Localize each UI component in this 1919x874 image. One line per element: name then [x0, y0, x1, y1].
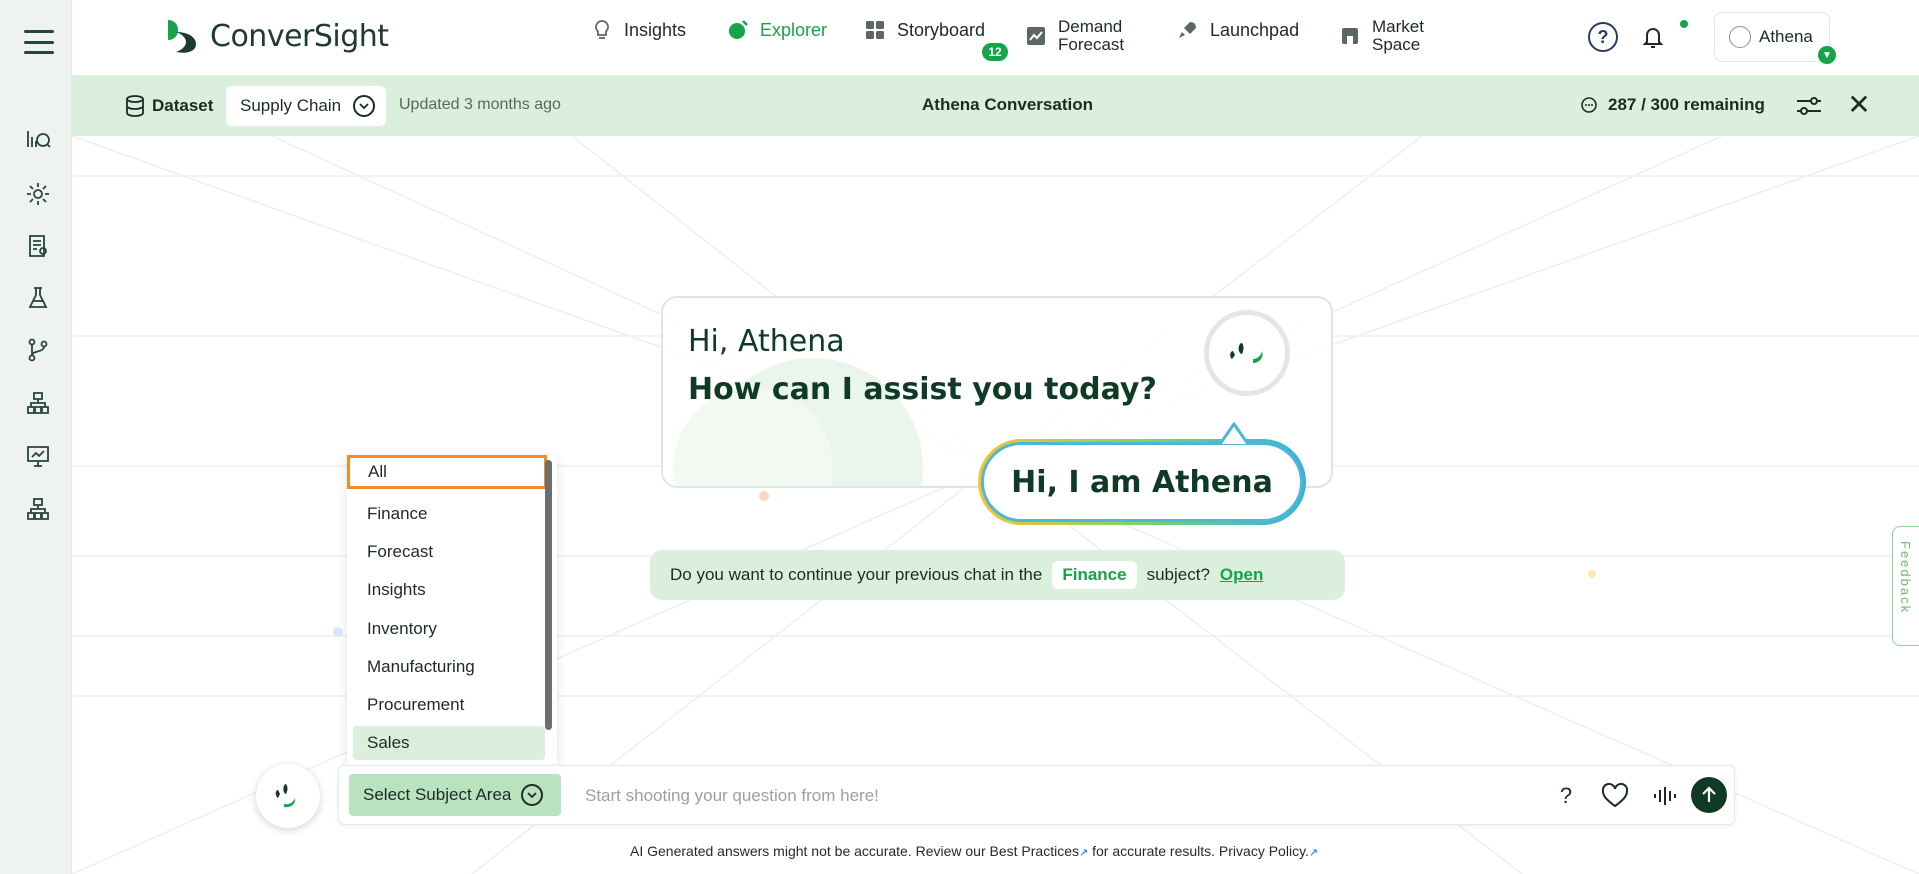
continue-chat-banner: Do you want to continue your previous ch…: [650, 550, 1345, 600]
menu-icon[interactable]: [24, 30, 54, 54]
nav-forecast-label: Forecast: [1058, 35, 1125, 54]
dataset-label: Dataset: [124, 94, 213, 118]
user-menu[interactable]: Athena: [1714, 12, 1830, 62]
dataset-select-value: Supply Chain: [240, 96, 342, 115]
nav-market-label: Market: [1372, 17, 1424, 36]
chevron-down-icon: [521, 784, 544, 806]
lightbulb-icon: [595, 20, 609, 39]
top-navigation: ConverSight Insights Explorer Storyboard…: [72, 0, 1919, 76]
nav-demand-forecast-label: Demand Forecast: [1058, 18, 1124, 54]
nav-market-space[interactable]: Market Space: [1338, 18, 1424, 54]
presentation-chart-icon[interactable]: [24, 442, 52, 470]
insights-chat-icon[interactable]: [24, 126, 52, 154]
storyboard-icon: [866, 21, 884, 39]
voice-waveform-icon[interactable]: [1650, 781, 1680, 811]
subject-option-forecast[interactable]: Forecast: [353, 535, 545, 569]
nav-demand-forecast[interactable]: Demand Forecast: [1024, 18, 1124, 54]
feedback-tab[interactable]: Feedback: [1892, 526, 1919, 646]
question-input[interactable]: Start shooting your question from here!: [585, 786, 879, 806]
logo-text: ConverSight: [210, 18, 389, 54]
conversation-title: Athena Conversation: [922, 95, 1093, 114]
external-link-icon[interactable]: ↗: [1309, 847, 1318, 859]
arrow-up-icon: [1702, 786, 1716, 802]
nav-market-space-label: Market Space: [1372, 18, 1424, 54]
conversight-logo[interactable]: ConverSight: [162, 16, 389, 56]
subject-option-manufacturing[interactable]: Manufacturing: [353, 650, 545, 684]
subject-area-dropdown: All Finance Forecast Insights Inventory …: [347, 455, 557, 769]
athena-avatar[interactable]: [256, 764, 320, 828]
avatar: [1729, 26, 1751, 48]
nav-explorer[interactable]: Explorer: [726, 18, 827, 42]
git-branch-icon[interactable]: [24, 336, 52, 364]
help-icon[interactable]: ?: [1551, 781, 1581, 811]
open-previous-chat-link[interactable]: Open: [1220, 565, 1263, 585]
report-search-icon[interactable]: [24, 232, 52, 260]
nav-insights-label: Insights: [624, 19, 687, 40]
external-link-icon[interactable]: ↗: [1079, 847, 1088, 859]
flask-icon[interactable]: [24, 284, 52, 312]
dropdown-scrollbar[interactable]: [545, 460, 552, 730]
nav-launchpad[interactable]: Launchpad: [1176, 18, 1299, 42]
filter-settings-icon[interactable]: [1794, 92, 1824, 120]
remaining-text: 287 / 300 remaining: [1608, 95, 1765, 114]
user-name: Athena: [1759, 27, 1813, 46]
user-caret-icon[interactable]: ▼: [1818, 46, 1836, 64]
forecast-chart-icon: [1027, 27, 1045, 45]
hierarchy-icon[interactable]: [24, 389, 52, 417]
heart-icon[interactable]: [1600, 781, 1630, 811]
left-sidebar: [0, 0, 72, 874]
subject-option-sales[interactable]: Sales: [353, 726, 545, 760]
subject-option-finance[interactable]: Finance: [353, 497, 545, 531]
continue-text-after: subject?: [1146, 565, 1210, 584]
speech-tail: [1220, 422, 1248, 445]
subject-option-insights[interactable]: Insights: [353, 573, 545, 607]
select-subject-label: Select Subject Area: [363, 785, 512, 804]
subject-option-all[interactable]: All: [347, 455, 547, 489]
dataset-select[interactable]: Supply Chain: [226, 86, 386, 126]
chat-bubble-icon: [1581, 97, 1597, 113]
storyboard-badge: 12: [982, 43, 1008, 61]
nav-demand-label: Demand: [1058, 17, 1123, 36]
notification-dot: [1680, 20, 1688, 28]
gear-icon[interactable]: [24, 180, 52, 208]
select-subject-area-button[interactable]: Select Subject Area: [349, 774, 561, 816]
dataset-bar: Dataset Supply Chain Updated 3 months ag…: [72, 76, 1919, 136]
nav-launchpad-label: Launchpad: [1210, 19, 1300, 40]
send-button[interactable]: [1691, 777, 1727, 813]
rocket-icon: [1179, 22, 1196, 38]
database-icon: [126, 95, 144, 117]
org-chart-icon[interactable]: [24, 495, 52, 523]
chevron-down-icon: [353, 95, 376, 117]
athena-intro-bubble: Hi, I am Athena: [981, 442, 1303, 522]
nav-space-label: Space: [1372, 35, 1421, 54]
subject-pill: Finance: [1052, 561, 1137, 589]
nav-storyboard[interactable]: Storyboard: [863, 18, 985, 42]
disclaimer-text: AI Generated answers might not be accura…: [630, 843, 1079, 859]
dataset-label-text: Dataset: [152, 96, 214, 115]
assist-question: How can I assist you today?: [688, 372, 1157, 407]
nav-insights[interactable]: Insights: [590, 18, 686, 42]
help-button[interactable]: ?: [1588, 22, 1618, 52]
subject-option-inventory[interactable]: Inventory: [353, 612, 545, 646]
dataset-updated: Updated 3 months ago: [399, 96, 561, 113]
athena-bot-icon: [1204, 310, 1290, 396]
disclaimer-text-2: for accurate results. Privacy Policy.: [1088, 843, 1309, 859]
continue-text: Do you want to continue your previous ch…: [670, 565, 1043, 584]
ai-disclaimer: AI Generated answers might not be accura…: [630, 843, 1318, 859]
logo-mark-icon: [168, 20, 196, 53]
feedback-label: Feedback: [1898, 541, 1913, 615]
nav-storyboard-label: Storyboard: [897, 19, 986, 40]
subject-option-procurement[interactable]: Procurement: [353, 688, 545, 722]
nav-explorer-label: Explorer: [760, 19, 828, 40]
store-icon: [1342, 28, 1358, 44]
question-composer: Select Subject Area Start shooting your …: [338, 765, 1735, 825]
greeting-text: Hi, Athena: [688, 324, 845, 359]
close-icon[interactable]: ✕: [1844, 90, 1874, 120]
remaining-counter: 287 / 300 remaining: [1580, 95, 1765, 115]
explorer-icon: [729, 20, 748, 39]
bell-icon[interactable]: [1638, 22, 1668, 52]
